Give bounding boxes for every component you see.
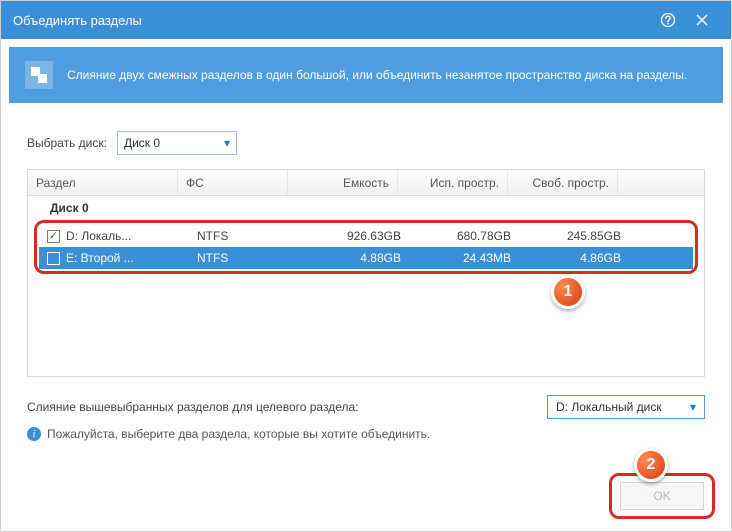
close-icon[interactable] [685, 3, 719, 37]
table-body: Диск 0 D: Локаль... NTFS 926.63GB 680.78… [28, 196, 704, 376]
highlight-step-2: 2 OK [609, 473, 715, 519]
content: Выбрать диск: Диск 0 ▾ Раздел ФС Емкость… [1, 111, 731, 441]
row-free: 245.85GB [519, 229, 629, 243]
hint-text: Пожалуйста, выберите два раздела, которы… [47, 427, 430, 441]
row-partition: D: Локаль... [66, 229, 131, 243]
disk-select-value: Диск 0 [124, 136, 160, 150]
chevron-down-icon: ▾ [224, 136, 230, 150]
row-fs: NTFS [189, 229, 299, 243]
merge-icon [25, 61, 53, 89]
step-badge-1: 1 [551, 275, 585, 309]
footer: 2 OK [609, 473, 715, 519]
row-used: 24.43MB [409, 251, 519, 265]
chevron-down-icon: ▾ [690, 400, 696, 414]
window-title: Объединять разделы [13, 13, 142, 28]
col-free[interactable]: Своб. простр. [508, 170, 618, 195]
disk-select-row: Выбрать диск: Диск 0 ▾ [27, 131, 705, 155]
disk-group-label: Диск 0 [28, 196, 704, 220]
row-checkbox[interactable] [47, 252, 60, 265]
partition-table: Раздел ФС Емкость Исп. простр. Своб. про… [27, 169, 705, 377]
col-fs[interactable]: ФС [178, 170, 288, 195]
row-partition: E: Второй ... [66, 251, 134, 265]
titlebar: Объединять разделы [1, 1, 731, 39]
ok-button[interactable]: OK [620, 482, 704, 510]
col-partition[interactable]: Раздел [28, 170, 178, 195]
table-row[interactable]: E: Второй ... NTFS 4.88GB 24.43MB 4.86GB [39, 247, 693, 269]
disk-select-combo[interactable]: Диск 0 ▾ [117, 131, 237, 155]
row-cap: 926.63GB [299, 229, 409, 243]
help-icon[interactable] [651, 3, 685, 37]
target-label: Слияние вышевыбранных разделов для целев… [27, 400, 359, 414]
target-value: D: Локальный диск [556, 400, 662, 414]
target-combo[interactable]: D: Локальный диск ▾ [547, 395, 705, 419]
table-header: Раздел ФС Емкость Исп. простр. Своб. про… [28, 170, 704, 196]
row-used: 680.78GB [409, 229, 519, 243]
info-icon: i [27, 427, 41, 441]
banner-text: Слияние двух смежных разделов в один бол… [67, 68, 687, 82]
row-free: 4.86GB [519, 251, 629, 265]
row-fs: NTFS [189, 251, 299, 265]
target-row: Слияние вышевыбранных разделов для целев… [27, 395, 705, 419]
col-used[interactable]: Исп. простр. [398, 170, 508, 195]
step-badge-2: 2 [634, 448, 668, 482]
merge-partitions-dialog: Объединять разделы Слияние двух смежных … [0, 0, 732, 532]
table-row[interactable]: D: Локаль... NTFS 926.63GB 680.78GB 245.… [39, 225, 693, 247]
row-checkbox[interactable] [47, 230, 60, 243]
banner: Слияние двух смежных разделов в один бол… [9, 47, 723, 103]
highlight-step-1: D: Локаль... NTFS 926.63GB 680.78GB 245.… [34, 220, 698, 274]
hint-row: i Пожалуйста, выберите два раздела, кото… [27, 427, 705, 441]
row-cap: 4.88GB [299, 251, 409, 265]
disk-select-label: Выбрать диск: [27, 136, 107, 150]
col-capacity[interactable]: Емкость [288, 170, 398, 195]
